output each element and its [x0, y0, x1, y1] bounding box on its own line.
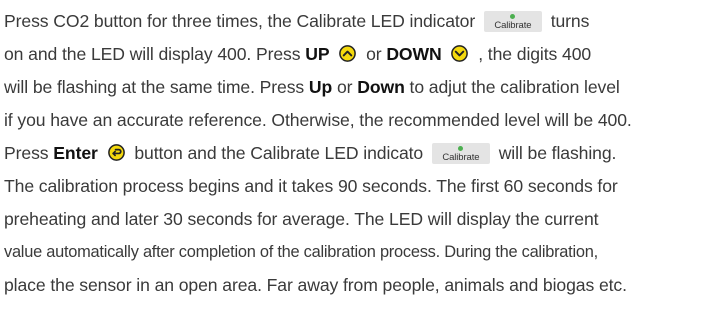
led-dot-icon — [510, 14, 516, 19]
down-button-label-2: Down — [357, 77, 405, 97]
text-line-2: on and the LED will display 400. Press U… — [4, 44, 592, 64]
up-arrow-circle-icon — [339, 45, 357, 62]
down-arrow-circle-icon — [451, 45, 469, 62]
enter-button-label: Enter — [53, 143, 98, 163]
down-button-label: DOWN — [386, 44, 442, 64]
text-line-4: if you have an accurate reference. Other… — [4, 110, 632, 130]
text-line-7: preheating and later 30 seconds for aver… — [4, 209, 599, 229]
up-button-label: UP — [305, 44, 330, 64]
calibrate-led-indicator-2: Calibrate — [431, 143, 490, 164]
text-line-8: value automatically after completion of … — [4, 243, 598, 261]
up-button-label-2: Up — [308, 77, 333, 97]
enter-return-circle-icon — [107, 144, 125, 161]
text-line-1: Press CO2 button for three times, the Ca… — [4, 11, 590, 32]
text-line-9: place the sensor in an open area. Far aw… — [4, 275, 627, 295]
text-line-3: will be flashing at the same time. Press… — [4, 77, 620, 97]
led-dot-icon — [458, 146, 464, 151]
text-line-5: Press Enter button and the Calibrate LED… — [4, 143, 617, 164]
calibrate-led-indicator: Calibrate — [483, 11, 542, 32]
instruction-paragraph: Press CO2 button for three times, the Ca… — [0, 0, 720, 331]
text-line-6: The calibration process begins and it ta… — [4, 176, 618, 196]
